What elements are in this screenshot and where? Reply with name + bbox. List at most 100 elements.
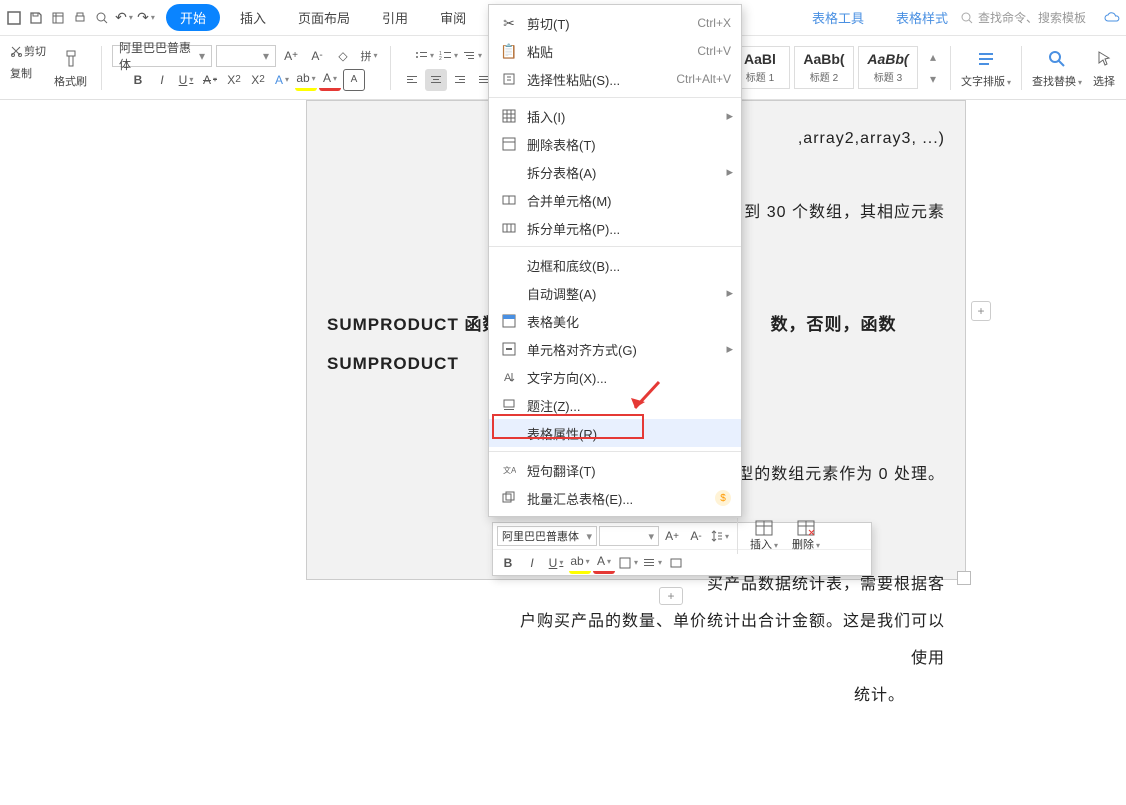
undo-button[interactable]: ↶ (114, 8, 134, 28)
template-icon[interactable] (48, 8, 68, 28)
mini-border-button[interactable] (617, 552, 639, 574)
clear-format-button[interactable]: ◇ (332, 45, 354, 67)
style-heading2[interactable]: AaBb(标题 2 (794, 46, 854, 89)
select-button[interactable]: 选择 (1088, 43, 1120, 93)
menu-merge-cells[interactable]: 合并单元格(M) (489, 186, 741, 214)
save-icon[interactable] (26, 8, 46, 28)
menu-batch-summary[interactable]: 批量汇总表格(E)...$ (489, 484, 741, 512)
copy-button[interactable]: 复制 (10, 65, 46, 81)
mini-shrink-button[interactable]: A- (685, 525, 707, 547)
menu-text-direction[interactable]: A文字方向(X)... (489, 363, 741, 391)
multilevel-button[interactable] (461, 45, 483, 67)
mini-merge-button[interactable] (665, 552, 687, 574)
font-size-select[interactable]: ▾ (216, 45, 276, 67)
preview-icon[interactable] (92, 8, 112, 28)
menu-delete-table[interactable]: 删除表格(T) (489, 130, 741, 158)
submenu-arrow-icon: ▸ (726, 285, 733, 301)
strike-button[interactable]: A (199, 69, 221, 91)
tab-table-style[interactable]: 表格样式 (884, 4, 960, 31)
menu-paste[interactable]: 📋粘贴Ctrl+V (489, 37, 741, 65)
tab-review[interactable]: 审阅 (428, 4, 478, 31)
menu-split-table[interactable]: 拆分表格(A)▸ (489, 158, 741, 186)
table-delete-icon (797, 520, 815, 536)
mini-underline-button[interactable]: U (545, 552, 567, 574)
text-layout-button[interactable]: 文字排版 (957, 43, 1015, 93)
mini-fontcolor-button[interactable]: A (593, 552, 615, 574)
bullets-button[interactable] (413, 45, 435, 67)
print-icon[interactable] (70, 8, 90, 28)
bold-button[interactable]: B (127, 69, 149, 91)
clipboard-group: 剪切 复制 格式刷 (6, 43, 95, 93)
mini-font-select[interactable]: 阿里巴巴普惠体▾ (497, 526, 597, 546)
redo-button[interactable]: ↷ (136, 8, 156, 28)
mini-italic-button[interactable]: I (521, 552, 543, 574)
highlight-button[interactable]: ab (295, 69, 317, 91)
add-row-button[interactable]: + (659, 587, 683, 605)
menu-cut[interactable]: ✂剪切(T)Ctrl+X (489, 9, 741, 37)
svg-text:文A: 文A (503, 465, 516, 475)
table-insert-icon (755, 520, 773, 536)
shrink-font-button[interactable]: A- (306, 45, 328, 67)
menu-caption[interactable]: 题注(Z)... (489, 391, 741, 419)
format-painter-button[interactable]: 格式刷 (50, 43, 91, 93)
grid-icon (499, 107, 519, 125)
mini-insert-button[interactable]: 插入 (744, 518, 784, 554)
split-icon (499, 219, 519, 237)
align-left-button[interactable] (401, 69, 423, 91)
align-center-button[interactable] (425, 69, 447, 91)
mini-grow-button[interactable]: A+ (661, 525, 683, 547)
cut-button[interactable]: 剪切 (10, 43, 46, 59)
tab-insert[interactable]: 插入 (228, 4, 278, 31)
add-column-button[interactable]: + (971, 301, 991, 321)
magnifier-icon (1045, 47, 1069, 71)
mini-delete-button[interactable]: 删除 (786, 518, 826, 554)
italic-button[interactable]: I (151, 69, 173, 91)
styles-group: AaBl标题 1 AaBb(标题 2 AaBb(标题 3 ▴▾ (730, 46, 944, 90)
align-right-button[interactable] (449, 69, 471, 91)
menu-split-cells[interactable]: 拆分单元格(P)... (489, 214, 741, 242)
grow-font-button[interactable]: A+ (280, 45, 302, 67)
mini-size-select[interactable]: ▾ (599, 526, 659, 546)
menu-table-beautify[interactable]: 表格美化 (489, 307, 741, 335)
tab-ref[interactable]: 引用 (370, 4, 420, 31)
scissors-icon: ✂ (499, 14, 519, 32)
text-effect-button[interactable]: A (271, 69, 293, 91)
quick-access-toolbar: ↶ ↷ (4, 8, 156, 28)
menu-insert[interactable]: 插入(I)▸ (489, 102, 741, 130)
superscript-button[interactable]: X2 (223, 69, 245, 91)
mini-highlight-button[interactable]: ab (569, 552, 591, 574)
command-search[interactable]: 查找命令、搜索模板 (960, 9, 1086, 26)
menu-table-properties[interactable]: 表格属性(R)... (489, 419, 741, 447)
menu-translate[interactable]: 文A短句翻译(T) (489, 456, 741, 484)
underline-button[interactable]: U (175, 69, 197, 91)
textlayout-icon (974, 47, 998, 71)
font-family-select[interactable]: 阿里巴巴普惠体▾ (112, 45, 212, 67)
style-heading3[interactable]: AaBb(标题 3 (858, 46, 918, 89)
submenu-arrow-icon: ▸ (726, 108, 733, 124)
tab-table-tool[interactable]: 表格工具 (800, 4, 876, 31)
font-color-button[interactable]: A (319, 69, 341, 91)
cloud-icon[interactable] (1102, 8, 1122, 28)
menu-cell-align[interactable]: 单元格对齐方式(G)▸ (489, 335, 741, 363)
numbering-button[interactable]: 12 (437, 45, 459, 67)
table-resize-handle[interactable] (957, 571, 971, 585)
char-border-button[interactable]: A (343, 69, 365, 91)
tab-start[interactable]: 开始 (166, 4, 220, 31)
home-icon[interactable] (4, 8, 24, 28)
svg-text:A: A (504, 372, 512, 384)
mini-bold-button[interactable]: B (497, 552, 519, 574)
tab-layout[interactable]: 页面布局 (286, 4, 362, 31)
brush-icon (59, 47, 83, 71)
style-more-button[interactable]: ▴▾ (922, 46, 944, 90)
mini-align-button[interactable] (641, 552, 663, 574)
menu-autofit[interactable]: 自动调整(A)▸ (489, 279, 741, 307)
scissors-icon (10, 45, 22, 57)
change-case-button[interactable]: 拼 (358, 45, 380, 67)
mini-linespacing-button[interactable] (709, 525, 731, 547)
svg-text:2: 2 (439, 56, 442, 62)
menu-border-shading[interactable]: 边框和底纹(B)... (489, 251, 741, 279)
menu-paste-special[interactable]: 选择性粘贴(S)...Ctrl+Alt+V (489, 65, 741, 93)
batch-icon (499, 489, 519, 507)
subscript-button[interactable]: X2 (247, 69, 269, 91)
find-replace-button[interactable]: 查找替换 (1028, 43, 1086, 93)
